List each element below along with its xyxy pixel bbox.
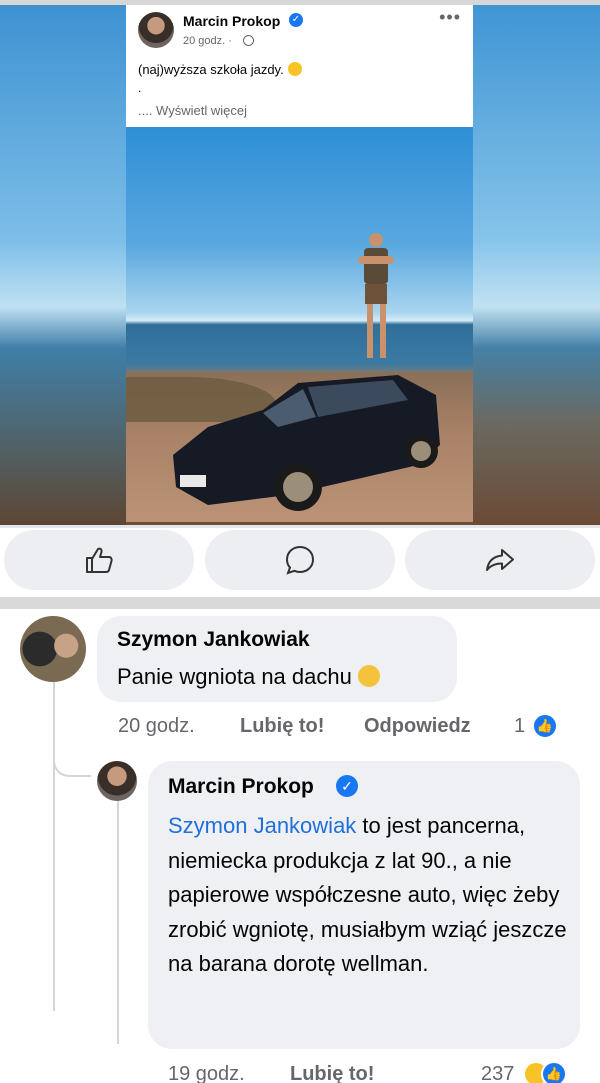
reply-meta: 19 godz. Lubię to! 237 👍 xyxy=(168,1061,588,1083)
sleepy-face-emoji-icon xyxy=(357,665,380,687)
see-more-link[interactable]: .... Wyświetl więcej xyxy=(138,103,247,118)
post-photo[interactable] xyxy=(126,127,473,522)
more-options-icon[interactable]: ••• xyxy=(439,7,461,28)
comment-timestamp[interactable]: 20 godz. xyxy=(118,715,195,738)
comment-text: Panie wgniota na dachu xyxy=(117,664,380,690)
globe-icon xyxy=(243,35,254,46)
author-name[interactable]: Marcin Prokop xyxy=(183,13,280,29)
thread-line xyxy=(53,681,55,1011)
mention-link[interactable]: Szymon Jankowiak xyxy=(168,813,356,838)
photo-person xyxy=(358,233,394,358)
photo-car xyxy=(173,375,440,511)
reply-author-avatar[interactable] xyxy=(97,761,137,801)
like-reaction-icon[interactable]: 👍 xyxy=(541,1061,567,1083)
reply-bubble: Marcin Prokop ✓ Szymon Jankowiak to jest… xyxy=(148,761,580,1049)
post-text: (naj)wyższa szkoła jazdy. xyxy=(138,62,302,77)
thumbs-up-icon xyxy=(86,547,113,573)
commenter-name[interactable]: Szymon Jankowiak xyxy=(117,628,310,652)
verified-badge-icon: ✓ xyxy=(289,13,303,27)
reaction-count[interactable]: 237 xyxy=(481,1063,514,1083)
comment-like-button[interactable]: Lubię to! xyxy=(240,715,324,738)
author-avatar[interactable] xyxy=(138,12,174,48)
section-separator xyxy=(0,597,600,609)
post-text-content: (naj)wyższa szkoła jazdy. xyxy=(138,62,284,77)
upside-down-face-emoji-icon xyxy=(287,62,302,76)
like-reaction-icon[interactable]: 👍 xyxy=(532,713,558,739)
reply-timestamp[interactable]: 19 godz. xyxy=(168,1063,245,1083)
reply-text: Szymon Jankowiak to jest pancerna, niemi… xyxy=(168,809,568,982)
comment-meta: 20 godz. Lubię to! Odpowiedz 1 👍 xyxy=(118,713,588,743)
reaction-count[interactable]: 1 xyxy=(514,715,525,738)
post-header: Marcin Prokop ✓ 20 godz. · ••• (naj)wyżs… xyxy=(126,5,473,127)
comment-bubble: Szymon Jankowiak Panie wgniota na dachu xyxy=(97,616,457,702)
like-button[interactable] xyxy=(4,530,194,590)
commenter-avatar[interactable] xyxy=(20,616,86,682)
reply-thread-line xyxy=(117,794,119,1044)
blurred-background-right xyxy=(473,5,600,525)
post-action-bar xyxy=(0,525,600,597)
comment-bubble-icon xyxy=(285,545,315,575)
verified-badge-icon: ✓ xyxy=(336,775,358,797)
post-text-dot: . xyxy=(138,81,142,95)
reply-author-name[interactable]: Marcin Prokop xyxy=(168,775,314,799)
share-arrow-icon xyxy=(486,549,514,571)
post-card: Marcin Prokop ✓ 20 godz. · ••• (naj)wyżs… xyxy=(0,0,600,525)
post-timestamp[interactable]: 20 godz. · xyxy=(183,35,232,47)
reply-connector xyxy=(53,739,91,777)
comment-reply-button[interactable]: Odpowiedz xyxy=(364,715,471,738)
comment-button[interactable] xyxy=(205,530,395,590)
reply-like-button[interactable]: Lubię to! xyxy=(290,1063,374,1083)
blurred-background-left xyxy=(0,5,126,525)
comment-text-content: Panie wgniota na dachu xyxy=(117,664,352,689)
comments-section: Szymon Jankowiak Panie wgniota na dachu … xyxy=(0,609,600,1083)
share-button[interactable] xyxy=(405,530,595,590)
